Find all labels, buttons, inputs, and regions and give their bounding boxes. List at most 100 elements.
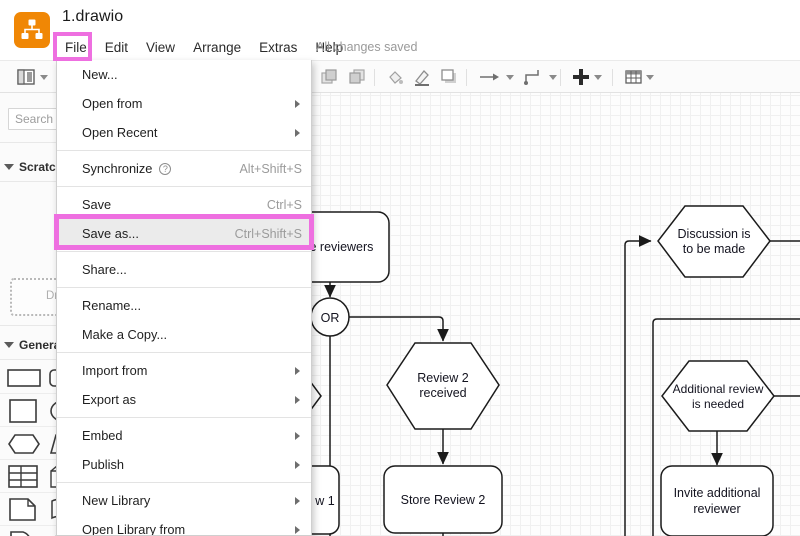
shape-square-icon[interactable]: [6, 398, 42, 423]
shape-row: [0, 394, 56, 427]
chevron-right-icon: [295, 128, 300, 137]
node-additional-review[interactable]: [661, 360, 775, 432]
menu-edit[interactable]: Edit: [96, 38, 137, 57]
menu-item-make-a-copy[interactable]: Make a Copy...: [57, 320, 311, 349]
divider: [0, 142, 56, 143]
menu-extras[interactable]: Extras: [250, 38, 306, 57]
section-header-general[interactable]: General: [4, 338, 56, 352]
menu-arrange[interactable]: Arrange: [184, 38, 250, 57]
menu-item-new[interactable]: New...: [57, 60, 311, 89]
menu-item-shortcut: Alt+Shift+S: [239, 161, 302, 176]
node-invite-additional-reviewer[interactable]: [660, 465, 774, 536]
shapes-sidebar: Search Shapes Scratchpad Drag General: [0, 93, 57, 536]
shape-row: [0, 460, 56, 493]
divider: [466, 69, 467, 86]
shape-row: [0, 427, 56, 460]
menu-item-open-from[interactable]: Open from: [57, 89, 311, 118]
chevron-right-icon: [295, 496, 300, 505]
menu-item-label: Import from: [82, 363, 148, 378]
divider: [0, 325, 56, 326]
menu-view[interactable]: View: [137, 38, 184, 57]
menu-item-new-library[interactable]: New Library: [57, 486, 311, 515]
waypoints-icon: [480, 73, 499, 81]
menu-item-label: New Library: [82, 493, 151, 508]
node-additional-review-label-1: Additional review: [673, 382, 764, 396]
menu-separator: [57, 287, 311, 288]
view-layout-button[interactable]: [16, 66, 48, 88]
page-title: 1.drawio: [62, 8, 124, 25]
divider: [612, 69, 613, 86]
menu-separator: [57, 417, 311, 418]
search-shapes-input[interactable]: Search Shapes: [8, 108, 56, 130]
node-discussion-label-2: to be made: [683, 242, 746, 256]
chevron-down-icon: [506, 74, 514, 80]
node-review-2-received-label-1: Review 2: [417, 371, 468, 385]
menu-file[interactable]: File: [56, 38, 96, 57]
file-menu-dropdown[interactable]: New... Open from Open Recent Synchronize? Al…: [56, 60, 312, 536]
connection-icon: [524, 70, 539, 85]
menu-item-export-as[interactable]: Export as: [57, 385, 311, 414]
menu-item-synchronize[interactable]: Synchronize? Alt+Shift+S: [57, 154, 311, 183]
section-header-scratchpad[interactable]: Scratchpad: [4, 160, 56, 174]
connection-button[interactable]: [523, 66, 557, 88]
waypoints-button[interactable]: [478, 66, 514, 88]
menu-item-embed[interactable]: Embed: [57, 421, 311, 450]
divider: [374, 69, 375, 86]
shadow-icon: [441, 69, 456, 83]
file-menu-list: New... Open from Open Recent Synchronize? Al…: [57, 60, 311, 536]
menu-item-label: Synchronize: [82, 161, 153, 176]
to-front-button[interactable]: [320, 66, 338, 88]
chevron-right-icon: [295, 395, 300, 404]
help-icon[interactable]: ?: [159, 162, 172, 175]
menu-item-publish[interactable]: Publish: [57, 450, 311, 479]
menu-item-share[interactable]: Share...: [57, 255, 311, 284]
menu-item-open-recent[interactable]: Open Recent: [57, 118, 311, 147]
shape-hexagon-icon[interactable]: [6, 431, 42, 456]
chevron-right-icon: [295, 460, 300, 469]
menu-separator: [57, 150, 311, 151]
to-back-button[interactable]: [348, 66, 366, 88]
divider: [0, 181, 56, 182]
menu-item-import-from[interactable]: Import from: [57, 356, 311, 385]
chevron-down-icon: [4, 342, 14, 348]
menu-item-label: Save as...: [82, 226, 139, 241]
fill-color-button[interactable]: [386, 66, 404, 88]
line-color-button[interactable]: [413, 66, 431, 88]
node-review-2-received-label-2: received: [419, 386, 466, 400]
node-discussion-label-1: Discussion is: [678, 227, 751, 241]
shape-semicircle-icon[interactable]: [6, 530, 42, 536]
node-additional-review-label-2: is needed: [692, 397, 744, 411]
menu-separator: [57, 251, 311, 252]
menu-item-save-as[interactable]: Save as... Ctrl+Shift+S: [57, 219, 311, 248]
menu-item-shortcut: Ctrl+Shift+S: [234, 226, 302, 241]
menu-item-label: Publish: [82, 457, 124, 472]
shadow-button[interactable]: [440, 66, 458, 88]
title-bar: 1.drawio File Edit View Arrange Extras H…: [0, 0, 800, 60]
plus-icon: [573, 69, 589, 85]
node-invite-additional-label-2: reviewer: [693, 502, 740, 516]
menu-item-save[interactable]: Save Ctrl+S: [57, 190, 311, 219]
section-label-scratchpad: Scratchpad: [19, 160, 56, 174]
insert-button[interactable]: [572, 66, 602, 88]
shape-rectangle-icon[interactable]: [6, 365, 42, 390]
save-status-label: All changes saved: [316, 40, 418, 54]
menu-separator: [57, 352, 311, 353]
shape-document-icon[interactable]: [6, 497, 42, 522]
view-layout-icon: [17, 69, 35, 85]
menu-item-label: Save: [82, 197, 112, 212]
table-button[interactable]: [624, 66, 654, 88]
menu-item-label: Open Library from: [82, 522, 186, 536]
node-store-review-2-label: Store Review 2: [401, 493, 486, 507]
node-or-top-label: OR: [321, 311, 340, 325]
chevron-down-icon: [549, 74, 557, 80]
to-front-icon: [321, 69, 337, 84]
menu-item-label: Open Recent: [82, 125, 158, 140]
node-store-review-1-label: w 1: [314, 494, 335, 508]
menu-item-open-library-from[interactable]: Open Library from: [57, 515, 311, 536]
to-back-icon: [349, 69, 365, 84]
menu-item-rename[interactable]: Rename...: [57, 291, 311, 320]
chevron-down-icon: [4, 164, 14, 170]
shape-table-icon[interactable]: [6, 464, 42, 489]
menu-item-label: Embed: [82, 428, 123, 443]
chevron-right-icon: [295, 431, 300, 440]
